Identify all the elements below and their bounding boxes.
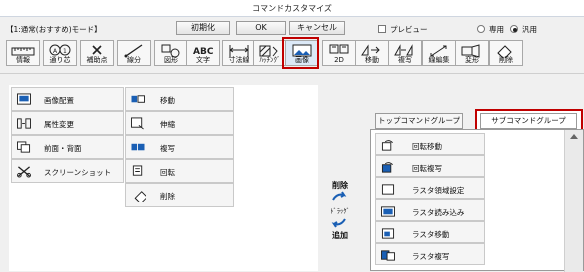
divider [0,73,584,74]
sub-command-item[interactable]: 回転複写 [375,155,485,177]
list-item-label: 複写 [160,144,175,153]
toolbar-button-6[interactable]: ABC 文字 [186,40,220,66]
toolbar-button-2[interactable]: A 1 通り芯 [43,40,77,66]
sub-command-item[interactable]: ラスタ複写 [375,243,485,265]
rotate-move-icon [381,140,393,151]
radio-general[interactable] [510,25,518,33]
toolbar-button-label: 2D [334,56,344,64]
toolbar-button-label: 情報 [16,56,30,64]
toolbar-button-15[interactable]: 削除 [489,40,523,66]
list-item-label: 移動 [160,96,175,105]
sub-command-label: ラスタ移動 [412,230,450,239]
toolbar-button-label: 補助点 [86,56,108,64]
toolbar-button-7[interactable]: 寸法線 [222,40,256,66]
sub-command-pane: 回転移動回転複写ラスタ領域設定 ラスタ読み込み ラスタ移動ラスタ複写 [370,129,584,272]
list-item[interactable]: 移動 [125,87,234,111]
drag-add-label: 追加 [332,231,348,240]
front-back-icon [17,141,31,153]
command-list-pane: 画像配置属性変更前面・背面スクリーンショット 移動伸縮複写回転削除 [9,85,318,271]
radio-exclusive[interactable] [477,25,485,33]
list-item-label: 削除 [160,192,175,201]
toolbar-button-label: 通り芯 [49,56,71,64]
toolbar-button-label: 線分 [127,56,141,64]
toolbar-button-label: 移動 [365,56,379,64]
list-item[interactable]: スクリーンショット [11,159,124,183]
drag-delete-label: 削除 [332,181,348,190]
mode-label: 【1:通常(おすすめ)モード】 [6,25,102,34]
toolbar-button-label: 削除 [499,56,513,64]
rotate-copy-icon [381,162,393,173]
toolbar-button-14[interactable]: 変形 [455,40,489,66]
list-item[interactable]: 属性変更 [11,111,124,135]
list-item-label: 前面・背面 [44,144,82,153]
list-item-label: 画像配置 [44,96,74,105]
eraser-icon [134,191,148,205]
title-bar: コマンドカスタマイズ [0,0,584,17]
arrow-left-icon [331,218,346,228]
rotate-icon [132,165,143,176]
list-item[interactable]: 画像配置 [11,87,124,111]
list-item-label: 伸縮 [160,120,175,129]
ok-button[interactable]: OK [236,21,286,35]
preview-checkbox[interactable] [378,25,386,33]
sub-command-item[interactable]: 回転移動 [375,133,485,155]
raster-move-icon [381,228,395,239]
raster-copy-icon [381,250,395,261]
stretch-icon [131,117,144,130]
list-item[interactable]: 複写 [125,135,234,159]
scroll-up-icon[interactable] [570,134,578,139]
toolbar-button-label: 線編集 [428,56,450,64]
sub-command-label: ラスタ読み込み [412,208,465,217]
toolbar-button-1[interactable]: 情報 [6,40,40,66]
scrollbar[interactable] [564,130,583,272]
raster-area-icon [381,184,395,195]
raster-load-icon [381,206,395,217]
list-item-label: 回転 [160,168,175,177]
tab-sub-command-group[interactable]: サブコマンドグループ [480,113,577,129]
radio-exclusive-label: 専用 [489,25,504,34]
toolbar-button-3[interactable]: 補助点 [80,40,114,66]
svg-text:1: 1 [63,48,67,55]
toolbar-button-label: 図形 [164,56,178,64]
sub-command-label: 回転複写 [412,164,442,173]
toolbar-button-4[interactable]: 線分 [117,40,151,66]
toolbar-button-label: 複写 [398,56,412,64]
sub-command-item[interactable]: ラスタ移動 [375,221,485,243]
window-title: コマンドカスタマイズ [252,4,332,13]
toolbar-button-label: 寸法線 [228,56,250,64]
list-item[interactable]: 回転 [125,159,234,183]
toolbar-button-label: 文字 [196,56,210,64]
toolbar-button-13[interactable]: 線編集 [422,40,456,66]
list-item[interactable]: 伸縮 [125,111,234,135]
toolbar-button-11[interactable]: 移動 [355,40,389,66]
highlight-box [282,37,319,69]
preview-label: プレビュー [390,25,428,34]
init-button[interactable]: 初期化 [176,21,230,35]
toolbar-button-5[interactable]: 図形 [154,40,188,66]
arrow-right-icon [332,191,347,201]
screenshot-icon [17,166,31,178]
toolbar-button-12[interactable]: 複写 [388,40,422,66]
sub-command-item[interactable]: ラスタ読み込み [375,199,485,221]
cancel-button[interactable]: キャンセル [289,21,345,35]
image-place-icon [17,93,31,105]
list-item-label: スクリーンショット [44,168,112,177]
list-item[interactable]: 前面・背面 [11,135,124,159]
toolbar-button-label: 変形 [465,56,479,64]
list-item[interactable]: 削除 [125,183,234,207]
attribute-change-icon [17,118,31,129]
sub-command-label: 回転移動 [412,142,442,151]
radio-general-label: 汎用 [522,25,537,34]
drag-label: ﾄﾞﾗｯｸﾞ [330,207,350,215]
sub-command-item[interactable]: ラスタ領域設定 [375,177,485,199]
toolbar-button-10[interactable]: 2D [322,40,356,66]
image-move-icon [131,95,145,103]
sub-command-label: ラスタ領域設定 [412,186,465,195]
sub-command-label: ラスタ複写 [412,252,450,261]
image-copy-icon [131,143,145,151]
list-item-label: 属性変更 [44,120,74,129]
tab-top-command-group[interactable]: トップコマンドグループ [375,113,463,129]
